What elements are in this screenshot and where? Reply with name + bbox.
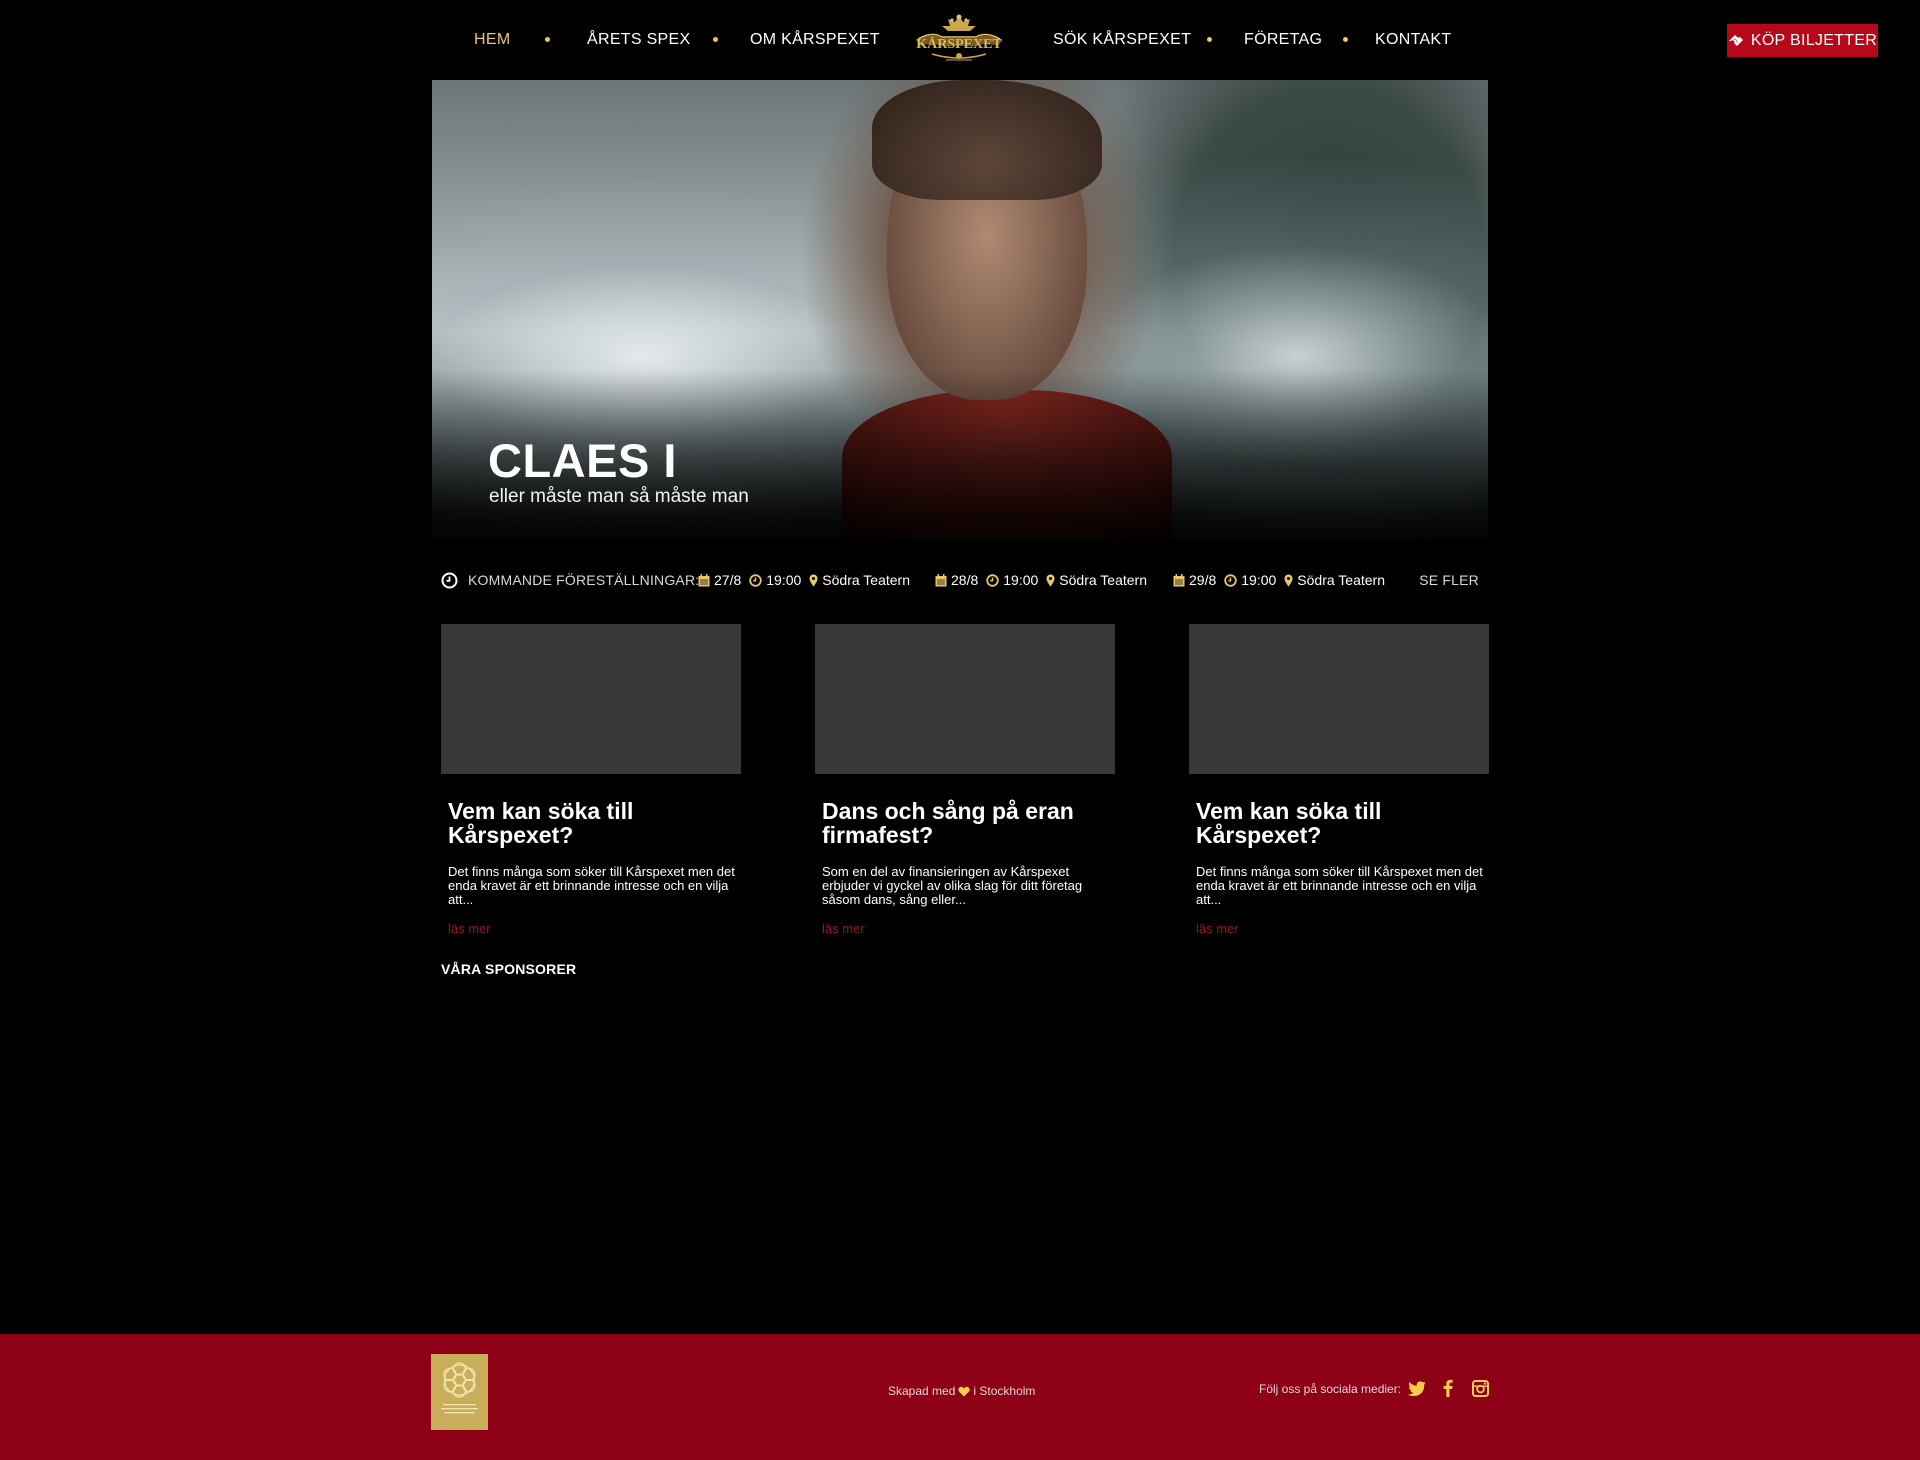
location-pin-icon <box>1046 574 1055 586</box>
show-item[interactable]: 27/8 19:00 Södra Teatern <box>698 568 910 592</box>
twitter-icon[interactable] <box>1407 1378 1427 1398</box>
show-date: 29/8 <box>1189 572 1217 588</box>
calendar-icon <box>935 573 947 586</box>
nav-separator <box>1343 37 1348 42</box>
location-pin-icon <box>1284 574 1293 586</box>
nav-separator <box>545 37 550 42</box>
card-image-placeholder <box>441 624 741 774</box>
karspexet-logo-icon: KÅRSPEXET <box>916 14 1002 61</box>
hero-image-hair <box>872 80 1102 200</box>
calendar-icon <box>698 573 710 586</box>
nav-separator <box>1207 37 1212 42</box>
credit-text: Skapad med <box>888 1384 956 1398</box>
read-more-link[interactable]: läs mer <box>822 921 1115 937</box>
show-date: 27/8 <box>714 572 742 588</box>
see-more-shows-link[interactable]: SE FLER <box>1419 568 1479 592</box>
show-item[interactable]: 29/8 19:00 Södra Teatern <box>1173 568 1385 592</box>
hero-banner[interactable]: CLAES I eller måste man så måste man <box>432 80 1488 540</box>
footer-credit: Skapad med i Stockholm <box>888 1384 1035 1398</box>
nav-item-hem[interactable]: HEM <box>474 30 510 50</box>
ths-logo[interactable] <box>431 1354 488 1430</box>
heart-icon <box>958 1386 970 1396</box>
show-venue: Södra Teatern <box>1059 572 1147 588</box>
social-follow-label: Följ oss på sociala medier: <box>1259 1382 1402 1396</box>
read-more-link[interactable]: läs mer <box>1196 921 1489 937</box>
show-date: 28/8 <box>951 572 979 588</box>
show-venue: Södra Teatern <box>822 572 910 588</box>
location-pin-icon <box>809 574 818 586</box>
nav-item-kontakt[interactable]: KONTAKT <box>1375 30 1451 50</box>
read-more-link[interactable]: läs mer <box>448 921 741 937</box>
buy-tickets-button[interactable]: KÖP BILJETTER <box>1727 24 1878 57</box>
show-venue: Södra Teatern <box>1297 572 1385 588</box>
show-time: 19:00 <box>1241 572 1277 588</box>
upcoming-shows-bar: KOMMANDE FÖRESTÄLLNINGAR: 27/8 19:00 Söd… <box>441 568 1479 592</box>
card-excerpt: Som en del av finansieringen av Kårspexe… <box>822 864 1083 907</box>
hero-title: CLAES I <box>488 434 677 487</box>
card-title: Vem kan söka till Kårspexet? <box>1196 798 1382 848</box>
card-excerpt: Det finns många som söker till Kårspexet… <box>1196 864 1483 907</box>
svg-text:KÅRSPEXET: KÅRSPEXET <box>916 36 1002 52</box>
facebook-icon[interactable] <box>1438 1378 1458 1398</box>
show-time: 19:00 <box>1003 572 1039 588</box>
nav-item-om-karspexet[interactable]: OM KÅRSPEXET <box>750 30 880 50</box>
show-time: 19:00 <box>766 572 802 588</box>
nav-item-arets-spex[interactable]: ÅRETS SPEX <box>587 30 690 50</box>
card-image-placeholder <box>815 624 1115 774</box>
nav-item-foretag[interactable]: FÖRETAG <box>1244 30 1322 50</box>
site-logo[interactable]: KÅRSPEXET <box>912 12 1006 66</box>
clock-icon <box>749 573 762 587</box>
show-item[interactable]: 28/8 19:00 Södra Teatern <box>935 568 1147 592</box>
card-title: Dans och sång på eran firmafest? <box>822 798 1074 848</box>
calendar-icon <box>1173 573 1185 586</box>
news-card[interactable]: Vem kan söka till Kårspexet? Det finns m… <box>1189 624 1489 937</box>
news-card[interactable]: Vem kan söka till Kårspexet? Det finns m… <box>441 624 741 937</box>
buy-tickets-label: KÖP BILJETTER <box>1750 31 1878 49</box>
site-footer: Skapad med i Stockholm Följ oss på socia… <box>0 1334 1920 1460</box>
credit-location: i Stockholm <box>973 1384 1036 1398</box>
clock-icon <box>1224 573 1237 587</box>
ticket-icon <box>1728 34 1743 46</box>
clock-icon <box>986 573 999 587</box>
clock-icon <box>441 572 458 596</box>
instagram-icon[interactable] <box>1470 1378 1490 1398</box>
card-excerpt: Det finns många som söker till Kårspexet… <box>448 864 735 907</box>
sponsors-heading: VÅRA SPONSORER <box>441 961 577 977</box>
card-image-placeholder <box>1189 624 1489 774</box>
card-title: Vem kan söka till Kårspexet? <box>448 798 634 848</box>
news-card[interactable]: Dans och sång på eran firmafest? Som en … <box>815 624 1115 937</box>
upcoming-shows-label: KOMMANDE FÖRESTÄLLNINGAR: <box>468 572 700 588</box>
main-navigation: HEM ÅRETS SPEX OM KÅRSPEXET KÅRSPEXET SÖ… <box>0 0 1920 80</box>
nav-separator <box>713 37 718 42</box>
nav-item-sok-karspexet[interactable]: SÖK KÅRSPEXET <box>1053 30 1191 50</box>
ths-flower-logo-icon <box>441 1362 478 1414</box>
hero-subtitle: eller måste man så måste man <box>489 486 749 507</box>
